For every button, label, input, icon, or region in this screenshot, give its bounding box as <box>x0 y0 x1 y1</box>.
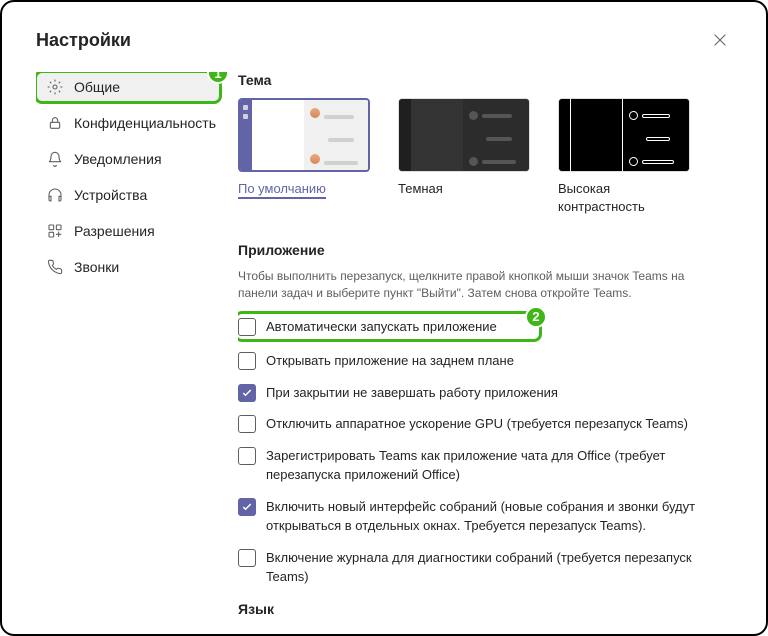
lock-icon <box>46 114 64 132</box>
sidebar-item-label: Общие <box>74 79 120 95</box>
application-section-title: Приложение <box>238 242 720 258</box>
sidebar-item-label: Конфиденциальность <box>74 115 216 131</box>
theme-label: Темная <box>398 181 443 196</box>
language-section-title: Язык <box>238 601 720 617</box>
apps-icon <box>46 222 64 240</box>
checkbox[interactable] <box>238 352 256 370</box>
option-meeting-logging[interactable]: Включение журнала для диагностики собран… <box>238 548 720 587</box>
checkbox[interactable] <box>238 415 256 433</box>
option-open-background[interactable]: Открывать приложение на заднем плане <box>238 351 720 371</box>
sidebar-item-notifications[interactable]: Уведомления <box>36 144 220 174</box>
checkbox-label: Включение журнала для диагностики собран… <box>266 548 720 587</box>
theme-label: По умолчанию <box>238 181 326 199</box>
option-disable-gpu[interactable]: Отключить аппаратное ускорение GPU (треб… <box>238 414 720 434</box>
checkbox-label: Открывать приложение на заднем плане <box>266 351 720 371</box>
sidebar-item-label: Звонки <box>74 259 119 275</box>
option-keep-running-on-close[interactable]: При закрытии не завершать работу приложе… <box>238 383 720 403</box>
annotation-badge-1: 1 <box>207 72 229 84</box>
checkbox-label: Отключить аппаратное ускорение GPU (треб… <box>266 414 720 434</box>
theme-preview-default <box>238 98 370 172</box>
phone-icon <box>46 258 64 276</box>
sidebar-item-label: Разрешения <box>74 223 155 239</box>
sidebar-item-general[interactable]: 1 Общие <box>36 72 220 102</box>
sidebar-item-label: Уведомления <box>74 151 162 167</box>
page-title: Настройки <box>36 30 131 51</box>
option-register-office-chat[interactable]: Зарегистрировать Teams как приложение ча… <box>238 446 720 485</box>
option-auto-start[interactable]: 2 Автоматически запускать приложение <box>238 314 720 340</box>
option-new-meeting-experience[interactable]: Включить новый интерфейс собраний (новые… <box>238 497 720 536</box>
sidebar-item-privacy[interactable]: Конфиденциальность <box>36 108 220 138</box>
checkbox-label: Зарегистрировать Teams как приложение ча… <box>266 446 720 485</box>
sidebar-item-calls[interactable]: Звонки <box>36 252 220 282</box>
close-button[interactable] <box>708 28 732 52</box>
checkbox-label: При закрытии не завершать работу приложе… <box>266 383 720 403</box>
gear-icon <box>46 78 64 96</box>
checkbox[interactable] <box>238 549 256 567</box>
theme-option-default[interactable]: По умолчанию <box>238 98 370 216</box>
sidebar-item-label: Устройства <box>74 187 147 203</box>
checkbox[interactable] <box>238 498 256 516</box>
theme-label: Высокая контрастность <box>558 181 645 214</box>
theme-preview-dark <box>398 98 530 172</box>
sidebar-item-devices[interactable]: Устройства <box>36 180 220 210</box>
close-icon <box>713 33 727 47</box>
headphones-icon <box>46 186 64 204</box>
checkbox-label: Включить новый интерфейс собраний (новые… <box>266 497 720 536</box>
sidebar: 1 Общие Конфиденциальность Уведомления У… <box>36 72 220 636</box>
theme-option-dark[interactable]: Темная <box>398 98 530 216</box>
checkbox[interactable] <box>238 318 256 336</box>
theme-section-title: Тема <box>238 72 720 88</box>
bell-icon <box>46 150 64 168</box>
sidebar-item-permissions[interactable]: Разрешения <box>36 216 220 246</box>
checkbox[interactable] <box>238 384 256 402</box>
content-pane: Тема По умолчанию <box>238 72 732 636</box>
theme-option-high-contrast[interactable]: Высокая контрастность <box>558 98 690 216</box>
theme-preview-high-contrast <box>558 98 690 172</box>
checkbox-label: Автоматически запускать приложение <box>266 317 714 337</box>
application-description: Чтобы выполнить перезапуск, щелкните пра… <box>238 268 720 302</box>
checkbox[interactable] <box>238 447 256 465</box>
